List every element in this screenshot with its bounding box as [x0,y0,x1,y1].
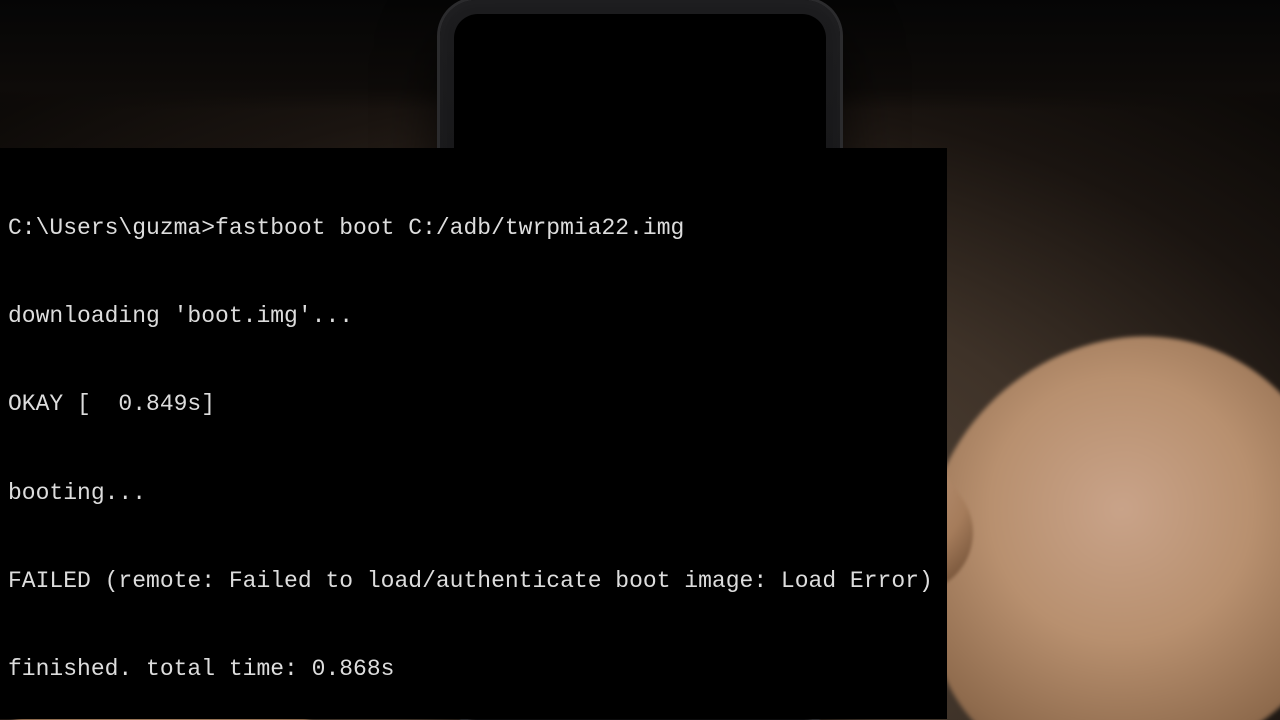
command-prompt-window[interactable]: C:\Users\guzma>fastboot boot C:/adb/twrp… [0,149,946,718]
terminal-line: OKAY [ 0.849s] [8,390,938,419]
terminal-line: downloading 'boot.img'... [8,302,938,331]
terminal-line: C:\Users\guzma>fastboot boot C:/adb/twrp… [8,214,938,243]
terminal-line: FAILED (remote: Failed to load/authentic… [8,567,938,596]
terminal-line: finished. total time: 0.868s [8,655,938,684]
terminal-line: booting... [8,479,938,508]
